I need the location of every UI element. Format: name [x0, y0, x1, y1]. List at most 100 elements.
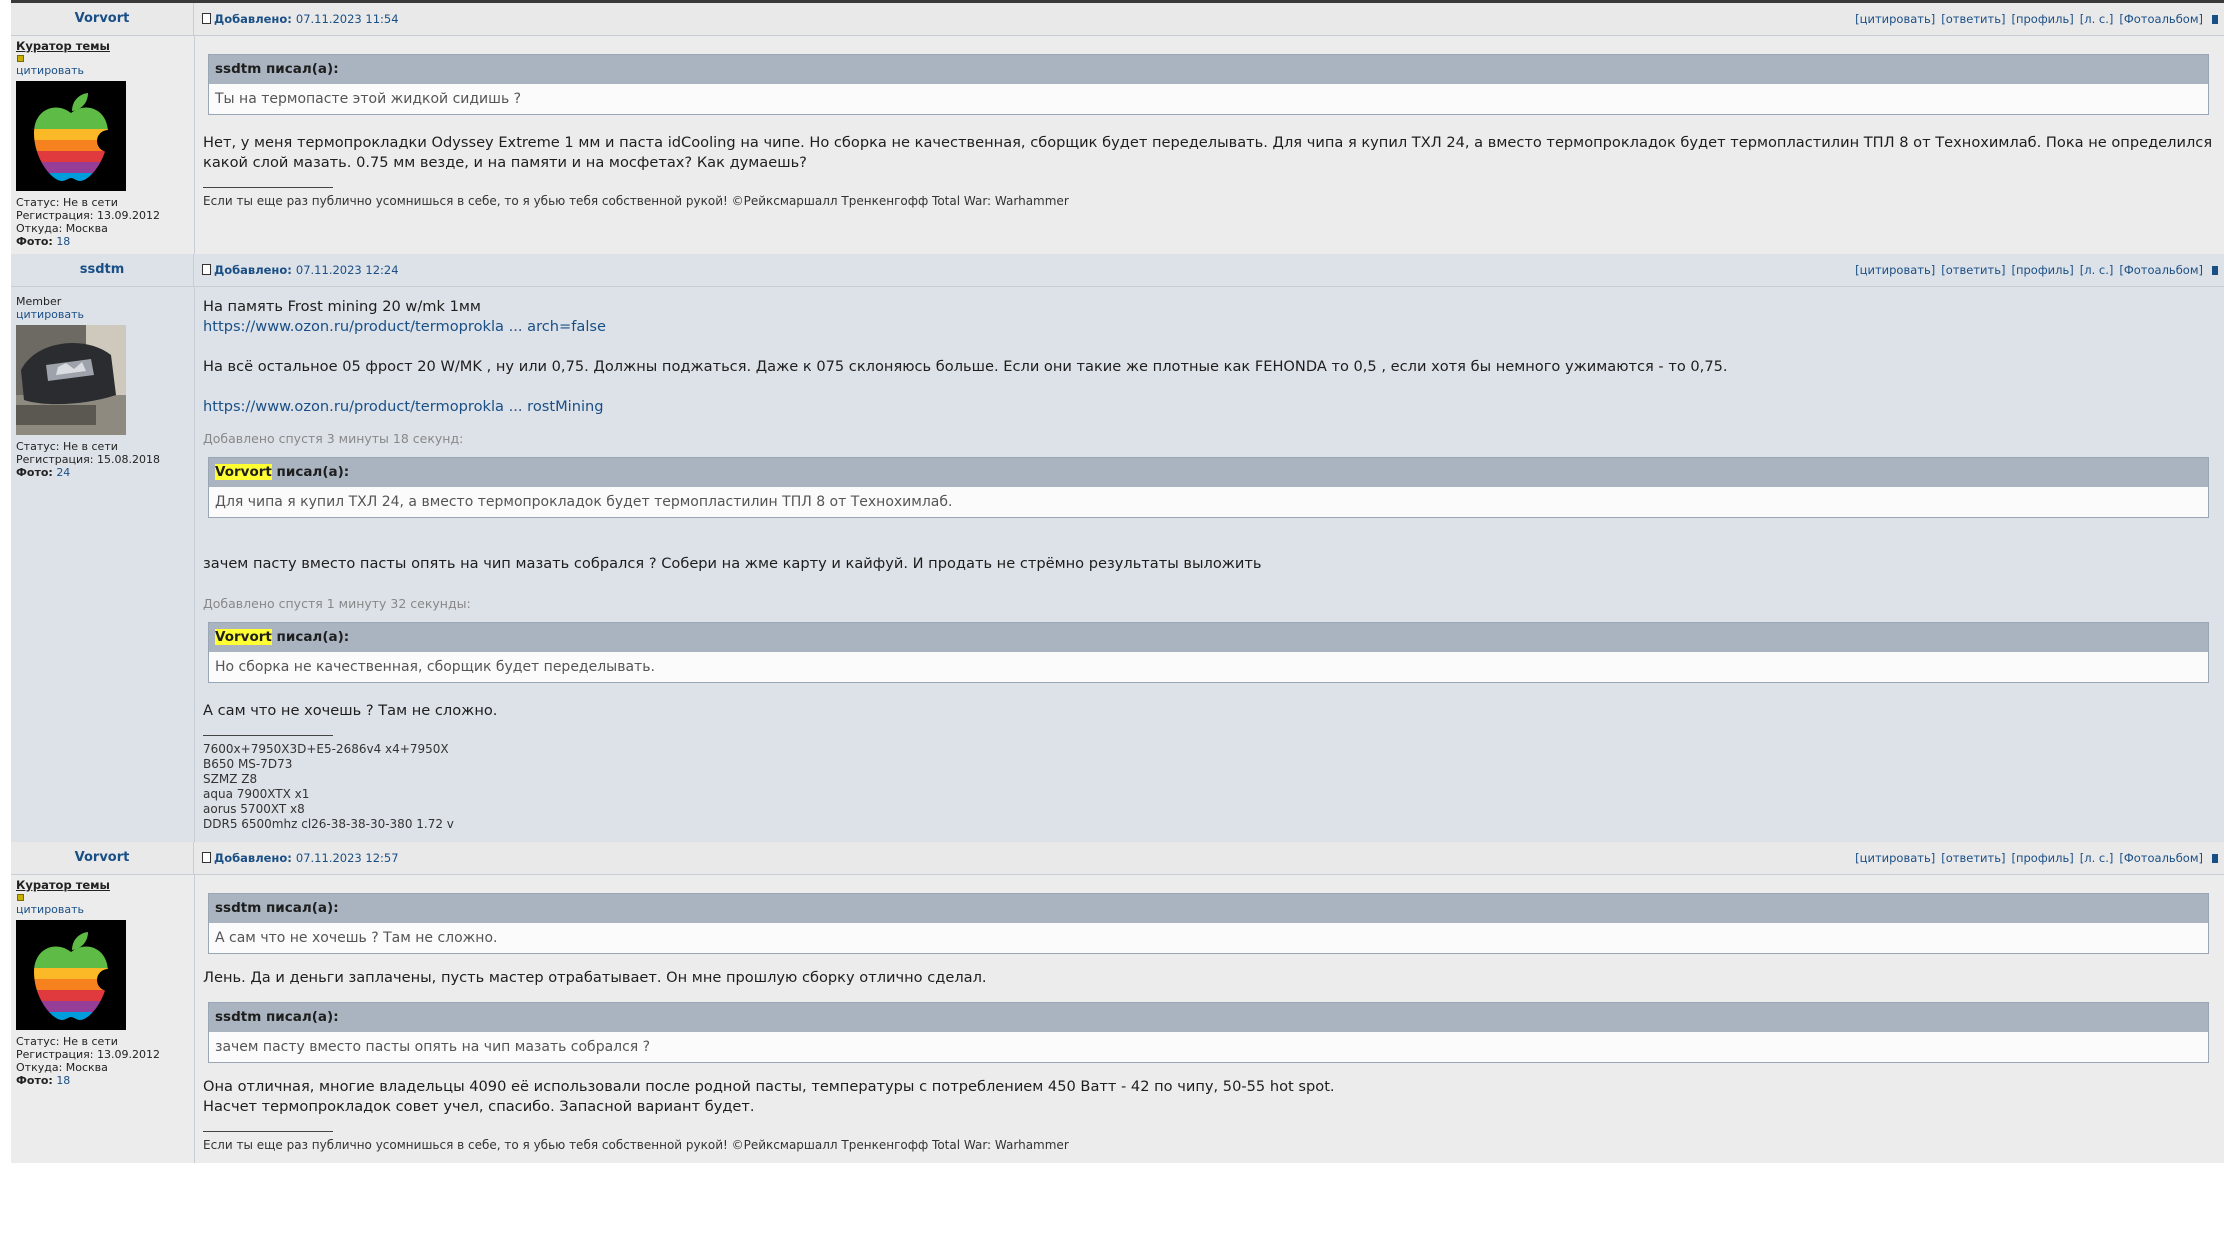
pm-action-link[interactable]: [л. с.]	[2080, 851, 2114, 865]
post: ssdtm Добавлено: 07.11.2023 12:24 [цитиро…	[11, 254, 2224, 842]
author-registration: Регистрация: 13.09.2012	[16, 1048, 160, 1061]
reply-action-link[interactable]: [ответить]	[1941, 12, 2005, 26]
quote-text: Для чипа я купил ТХЛ 24, а вместо термоп…	[209, 487, 2208, 517]
added-later-note: Добавлено спустя 3 минуты 18 секунд:	[203, 431, 464, 446]
profile-action-link[interactable]: [профиль]	[2011, 851, 2073, 865]
quote-action-link[interactable]: [цитировать]	[1855, 12, 1935, 26]
post-header: Vorvort Добавлено: 07.11.2023 11:54 [цити…	[11, 3, 2224, 36]
post-text: На всё остальное 05 фрост 20 W/MK , ну и…	[203, 358, 1728, 375]
pm-action-link[interactable]: [л. с.]	[2080, 263, 2114, 277]
quote-header-suffix: писал(а):	[271, 629, 350, 645]
photo-label: Фото:	[16, 235, 53, 248]
post-meta: Добавлено: 07.11.2023 12:24 [цитировать] …	[194, 254, 2224, 286]
photo-album-action-link[interactable]: [Фотоальбом]	[2119, 263, 2203, 277]
post-date-info: Добавлено: 07.11.2023 11:54	[202, 12, 399, 26]
author-panel: Куратор темы цитировать Статус: Не в сет…	[11, 36, 195, 254]
post-date-info: Добавлено: 07.11.2023 12:24	[202, 263, 399, 277]
post-icon[interactable]	[202, 13, 211, 24]
author-quote-link[interactable]: цитировать	[16, 308, 194, 321]
profile-action-link[interactable]: [профиль]	[2011, 12, 2073, 26]
quote-header: ssdtm писал(а):	[209, 1003, 2208, 1032]
post-header: Vorvort Добавлено: 07.11.2023 12:57 [цити…	[11, 842, 2224, 875]
signature-divider	[203, 1131, 333, 1132]
author-name[interactable]: Vorvort	[11, 842, 194, 874]
post-end-icon	[2212, 853, 2218, 863]
author-photos: Фото: 24	[16, 466, 194, 479]
signature-line: Если ты еще раз публично усомнишься в се…	[203, 194, 1069, 208]
ozon-link[interactable]: https://www.ozon.ru/product/termoprokla …	[203, 317, 2214, 337]
reply-action-link[interactable]: [ответить]	[1941, 263, 2005, 277]
profile-action-link[interactable]: [профиль]	[2011, 263, 2073, 277]
author-name[interactable]: ssdtm	[11, 254, 194, 286]
post-text: Она отличная, многие владельцы 4090 её и…	[203, 1078, 1335, 1095]
post-actions: [цитировать] [ответить] [профиль] [л. с.…	[1855, 12, 2218, 26]
post-text: Лень. Да и деньги заплачены, пусть масте…	[203, 969, 987, 986]
post-header: ssdtm Добавлено: 07.11.2023 12:24 [цитиро…	[11, 254, 2224, 287]
post-content: На память Frost mining 20 w/mk 1мм https…	[195, 287, 2224, 842]
quote-header: Vorvort писал(а):	[209, 623, 2208, 652]
quote-action-link[interactable]: [цитировать]	[1855, 851, 1935, 865]
post-body: Member цитировать Статус: Не в сети Реги…	[11, 287, 2224, 842]
post-actions: [цитировать] [ответить] [профиль] [л. с.…	[1855, 851, 2218, 865]
rank-icon	[17, 55, 24, 62]
post-end-icon	[2212, 14, 2218, 24]
quote-text: Но сборка не качественная, сборщик будет…	[209, 652, 2208, 682]
photo-album-action-link[interactable]: [Фотоальбом]	[2119, 851, 2203, 865]
quote-block: Vorvort писал(а): Но сборка не качествен…	[208, 622, 2209, 683]
author-photos: Фото: 18	[16, 235, 194, 248]
photo-count-link[interactable]: 24	[56, 466, 70, 479]
signature-divider	[203, 735, 333, 736]
post-content: ssdtm писал(а): А сам что не хочешь ? Та…	[195, 875, 2224, 1163]
author-location: Откуда: Москва	[16, 222, 108, 235]
pm-action-link[interactable]: [л. с.]	[2080, 12, 2114, 26]
cap-photo-avatar[interactable]	[16, 325, 126, 435]
post-icon[interactable]	[202, 852, 211, 863]
post-actions: [цитировать] [ответить] [профиль] [л. с.…	[1855, 263, 2218, 277]
author-registration: Регистрация: 15.08.2018	[16, 453, 160, 466]
post-icon[interactable]	[202, 264, 211, 275]
post-text: Нет, у меня термопрокладки Odyssey Extre…	[203, 134, 2213, 171]
ozon-link[interactable]: https://www.ozon.ru/product/termoprokla …	[203, 397, 2214, 417]
rank-icon	[17, 894, 24, 901]
post-body: Куратор темы цитировать Статус: Не в сет…	[11, 875, 2224, 1163]
added-label: Добавлено:	[214, 851, 292, 865]
quoted-user[interactable]: Vorvort	[215, 629, 272, 645]
author-name[interactable]: Vorvort	[11, 3, 194, 35]
post-text: На память Frost mining 20 w/mk 1мм	[203, 298, 481, 315]
quote-block: ssdtm писал(а): зачем пасту вместо пасты…	[208, 1002, 2209, 1063]
author-rank: Куратор темы	[16, 878, 110, 892]
added-later-note: Добавлено спустя 1 минуту 32 секунды:	[203, 596, 471, 611]
signature-line: B650 MS-7D73	[203, 757, 293, 771]
quote-action-link[interactable]: [цитировать]	[1855, 263, 1935, 277]
signature-line: 7600x+7950X3D+E5-2686v4 x4+7950X	[203, 742, 449, 756]
signature: Если ты еще раз публично усомнишься в се…	[203, 1138, 2214, 1153]
quote-block: Vorvort писал(а): Для чипа я купил ТХЛ 2…	[208, 457, 2209, 518]
author-registration: Регистрация: 13.09.2012	[16, 209, 160, 222]
photo-label: Фото:	[16, 1074, 53, 1087]
signature-line: aqua 7900XTX x1	[203, 787, 310, 801]
photo-count-link[interactable]: 18	[56, 1074, 70, 1087]
post-meta: Добавлено: 07.11.2023 11:54 [цитировать] …	[194, 3, 2224, 35]
apple-logo-avatar[interactable]	[16, 81, 126, 191]
quote-text: зачем пасту вместо пасты опять на чип ма…	[209, 1032, 2208, 1062]
author-quote-link[interactable]: цитировать	[16, 903, 194, 916]
post-content: ssdtm писал(а): Ты на термопасте этой жи…	[195, 36, 2224, 254]
author-location: Откуда: Москва	[16, 1061, 108, 1074]
photo-count-link[interactable]: 18	[56, 235, 70, 248]
author-panel: Member цитировать Статус: Не в сети Реги…	[11, 287, 195, 842]
author-quote-link[interactable]: цитировать	[16, 64, 194, 77]
quote-header: ssdtm писал(а):	[209, 894, 2208, 923]
author-panel: Куратор темы цитировать Статус: Не в сет…	[11, 875, 195, 1163]
author-status: Статус: Не в сети	[16, 1035, 118, 1048]
signature-line: DDR5 6500mhz cl26-38-38-30-380 1.72 v	[203, 817, 454, 831]
post-text: А сам что не хочешь ? Там не сложно.	[203, 702, 498, 719]
photo-album-action-link[interactable]: [Фотоальбом]	[2119, 12, 2203, 26]
post: Vorvort Добавлено: 07.11.2023 11:54 [цити…	[11, 3, 2224, 254]
signature: Если ты еще раз публично усомнишься в се…	[203, 194, 2214, 209]
quoted-user[interactable]: Vorvort	[215, 464, 272, 480]
post-meta: Добавлено: 07.11.2023 12:57 [цитировать] …	[194, 842, 2224, 874]
photo-label: Фото:	[16, 466, 53, 479]
apple-logo-avatar[interactable]	[16, 920, 126, 1030]
signature-line: Если ты еще раз публично усомнишься в се…	[203, 1138, 1069, 1152]
reply-action-link[interactable]: [ответить]	[1941, 851, 2005, 865]
